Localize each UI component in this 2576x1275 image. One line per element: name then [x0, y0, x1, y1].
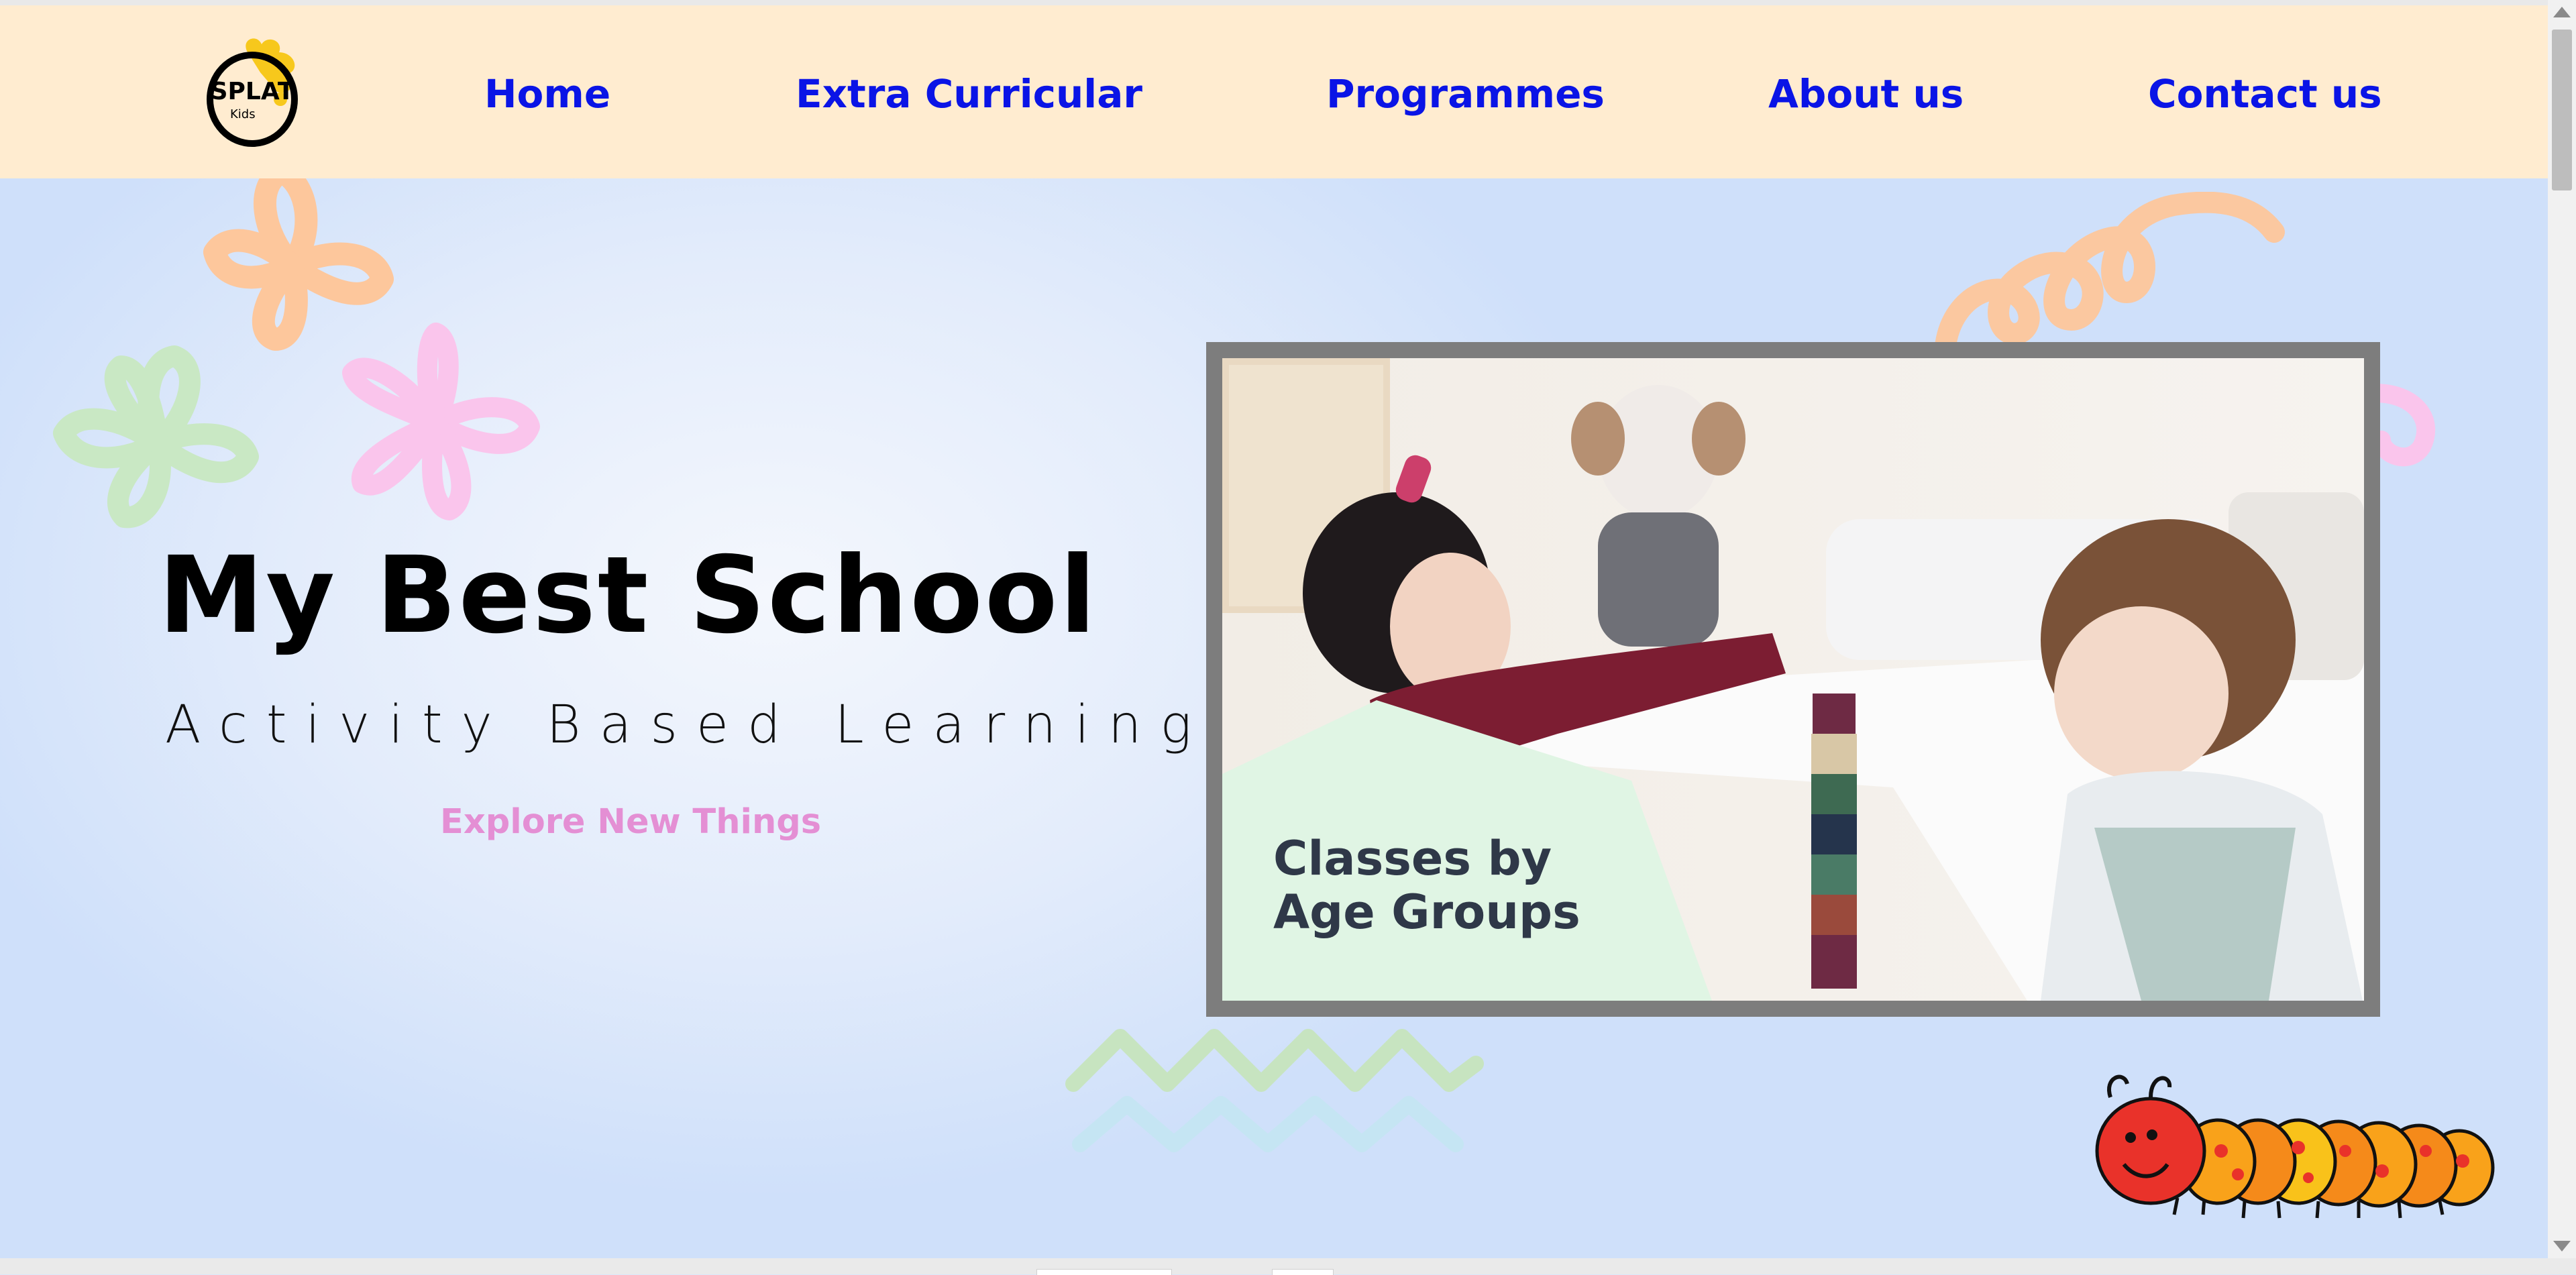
explore-link[interactable]: Explore New Things	[440, 802, 821, 842]
vertical-scroll-thumb[interactable]	[2552, 30, 2572, 190]
hero-title: My Best School	[158, 534, 1098, 657]
video-caption-line1: Classes by	[1273, 831, 1552, 886]
flower-icon	[342, 323, 540, 520]
caterpillar-icon	[2095, 1074, 2495, 1219]
splat-logo-icon[interactable]: SPLAT Kids	[200, 32, 307, 153]
video-caption: Classes by Age Groups	[1273, 832, 1580, 939]
hero-video[interactable]: Classes by Age Groups	[1206, 342, 2380, 1017]
video-thumbnail: Classes by Age Groups	[1222, 358, 2364, 1001]
zigzag-icon	[1065, 1029, 1484, 1152]
nav-link-contact-us[interactable]: Contact us	[2148, 71, 2382, 117]
video-caption-line2: Age Groups	[1273, 885, 1580, 940]
flower-icon	[53, 345, 259, 529]
logo-subtext: Kids	[230, 107, 256, 121]
hero-subtitle: Activity Based Learning	[165, 695, 1211, 755]
curl-squiggle-icon	[1935, 192, 2285, 346]
hero-section: My Best School Activity Based Learning E…	[0, 178, 2548, 1258]
browser-top-edge	[0, 0, 2548, 5]
logo-text: SPLAT	[211, 78, 294, 105]
nav-link-about-us[interactable]: About us	[1768, 71, 1964, 117]
nav-link-home[interactable]: Home	[484, 71, 610, 117]
scroll-up-arrow-icon[interactable]	[2553, 7, 2571, 17]
scroll-down-arrow-icon[interactable]	[2553, 1241, 2571, 1252]
nav-link-extra-curricular[interactable]: Extra Curricular	[796, 71, 1142, 117]
nav-link-programmes[interactable]: Programmes	[1326, 71, 1605, 117]
navbar: SPLAT Kids Home Extra Curricular Program…	[0, 5, 2548, 178]
